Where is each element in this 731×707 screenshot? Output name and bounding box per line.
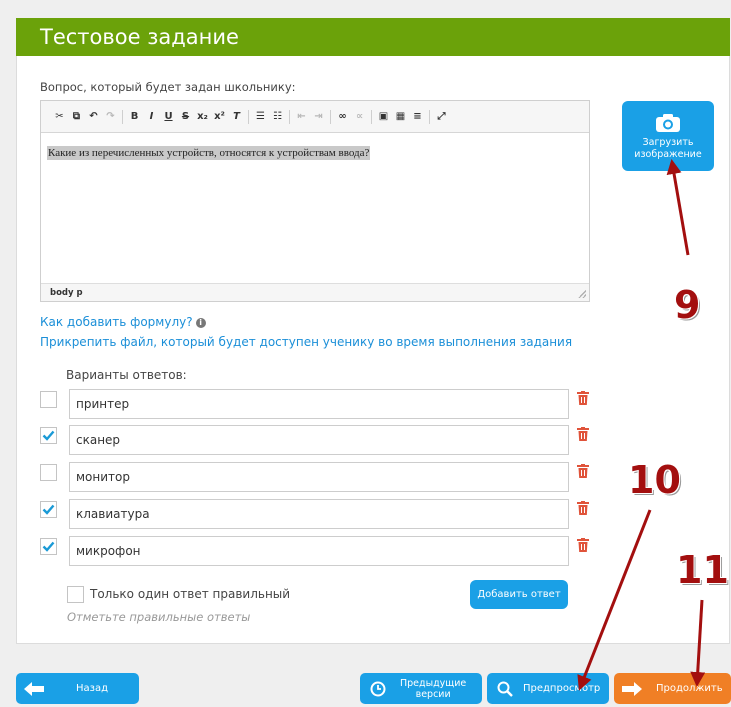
editor-element-path: body p <box>41 283 589 301</box>
editor-toolbar: ✂ ⧉ ↶ ↷ B I U S x₂ x² T ☰ ☷ ⇤ ⇥ ∞ ∝ ▣ ▦ … <box>41 101 589 133</box>
arrow-right-icon <box>622 681 642 696</box>
trash-icon[interactable] <box>577 538 589 552</box>
copy-icon[interactable]: ⧉ <box>70 110 83 124</box>
undo-icon[interactable]: ↶ <box>87 110 100 124</box>
answer-checkbox[interactable] <box>40 391 57 408</box>
superscript-icon[interactable]: x² <box>213 110 226 124</box>
italic-icon[interactable]: I <box>145 110 158 124</box>
preview-label: Предпросмотр <box>523 683 601 694</box>
bold-icon[interactable]: B <box>128 110 141 124</box>
search-icon <box>497 681 513 697</box>
checkmark-icon <box>42 504 55 515</box>
toolbar-separator <box>122 109 123 124</box>
toolbar-separator <box>330 109 331 124</box>
checkmark-icon <box>42 541 55 552</box>
answer-input[interactable]: сканер <box>69 425 569 455</box>
previous-versions-button[interactable]: Предыдущие версии <box>360 673 482 704</box>
upload-label-line1: Загрузить <box>642 137 694 148</box>
outdent-icon[interactable]: ⇤ <box>295 110 308 124</box>
upload-image-button[interactable]: Загрузить изображение <box>622 101 714 171</box>
horizontal-rule-icon[interactable]: ≡ <box>411 110 424 124</box>
image-icon[interactable]: ▣ <box>377 110 390 124</box>
continue-label: Продолжить <box>656 683 723 694</box>
answer-input[interactable]: микрофон <box>69 536 569 566</box>
answer-row: монитор <box>40 462 600 492</box>
trash-icon[interactable] <box>577 427 589 441</box>
table-icon[interactable]: ▦ <box>394 110 407 124</box>
checkmark-icon <box>42 430 55 441</box>
attach-file-link[interactable]: Прикрепить файл, который будет доступен … <box>40 335 572 349</box>
bullet-list-icon[interactable]: ☷ <box>271 110 284 124</box>
toolbar-separator <box>429 109 430 124</box>
strikethrough-icon[interactable]: S <box>179 110 192 124</box>
toolbar-separator <box>371 109 372 124</box>
answers-hint: Отметьте правильные ответы <box>67 610 251 624</box>
answer-checkbox[interactable] <box>40 427 57 444</box>
answer-checkbox[interactable] <box>40 464 57 481</box>
previous-versions-label: Предыдущие версии <box>400 678 466 700</box>
only-one-correct-checkbox[interactable] <box>67 586 84 603</box>
maximize-icon[interactable]: ⤢ <box>435 110 448 124</box>
redo-icon[interactable]: ↷ <box>104 110 117 124</box>
clear-format-icon[interactable]: T <box>230 110 243 124</box>
rich-text-editor[interactable]: ✂ ⧉ ↶ ↷ B I U S x₂ x² T ☰ ☷ ⇤ ⇥ ∞ ∝ ▣ ▦ … <box>40 100 590 302</box>
upload-label-line2: изображение <box>634 149 702 160</box>
only-one-correct-label: Только один ответ правильный <box>90 587 291 601</box>
back-label: Назад <box>76 683 109 694</box>
page: Тестовое задание Вопрос, который будет з… <box>0 0 731 707</box>
toolbar-separator <box>289 109 290 124</box>
answer-input[interactable]: клавиатура <box>69 499 569 529</box>
marker-11: 11 <box>676 548 729 592</box>
link-icon[interactable]: ∞ <box>336 110 349 124</box>
marker-9: 9 <box>674 283 701 327</box>
unlink-icon[interactable]: ∝ <box>353 110 366 124</box>
formula-help-text: Как добавить формулу? <box>40 315 193 329</box>
arrow-left-icon <box>24 681 44 696</box>
question-label: Вопрос, который будет задан школьнику: <box>40 80 296 94</box>
answer-checkbox[interactable] <box>40 501 57 518</box>
resize-handle[interactable] <box>578 290 586 298</box>
preview-button[interactable]: Предпросмотр <box>487 673 609 704</box>
underline-icon[interactable]: U <box>162 110 175 124</box>
continue-button[interactable]: Продолжить <box>614 673 731 704</box>
trash-icon[interactable] <box>577 501 589 515</box>
camera-icon <box>656 114 680 132</box>
history-icon <box>370 681 386 696</box>
previous-versions-line1: Предыдущие <box>400 677 467 689</box>
question-text[interactable]: Какие из перечисленных устройств, относя… <box>47 146 371 160</box>
answer-checkbox[interactable] <box>40 538 57 555</box>
trash-icon[interactable] <box>577 464 589 478</box>
toolbar-separator <box>248 109 249 124</box>
subscript-icon[interactable]: x₂ <box>196 110 209 124</box>
answer-input[interactable]: принтер <box>69 389 569 419</box>
marker-10: 10 <box>628 458 681 502</box>
page-title: Тестовое задание <box>16 18 730 56</box>
cut-icon[interactable]: ✂ <box>53 110 66 124</box>
answer-row: клавиатура <box>40 499 600 529</box>
formula-help-link[interactable]: Как добавить формулу? i <box>40 315 206 329</box>
trash-icon[interactable] <box>577 391 589 405</box>
answer-row: сканер <box>40 425 600 455</box>
answer-row: микрофон <box>40 536 600 566</box>
previous-versions-line2: версии <box>415 688 451 700</box>
answer-row: принтер <box>40 389 600 419</box>
indent-icon[interactable]: ⇥ <box>312 110 325 124</box>
add-answer-button[interactable]: Добавить ответ <box>470 580 568 609</box>
info-icon: i <box>195 318 206 328</box>
answer-input[interactable]: монитор <box>69 462 569 492</box>
numbered-list-icon[interactable]: ☰ <box>254 110 267 124</box>
answers-label: Варианты ответов: <box>66 368 187 382</box>
back-button[interactable]: Назад <box>16 673 139 704</box>
